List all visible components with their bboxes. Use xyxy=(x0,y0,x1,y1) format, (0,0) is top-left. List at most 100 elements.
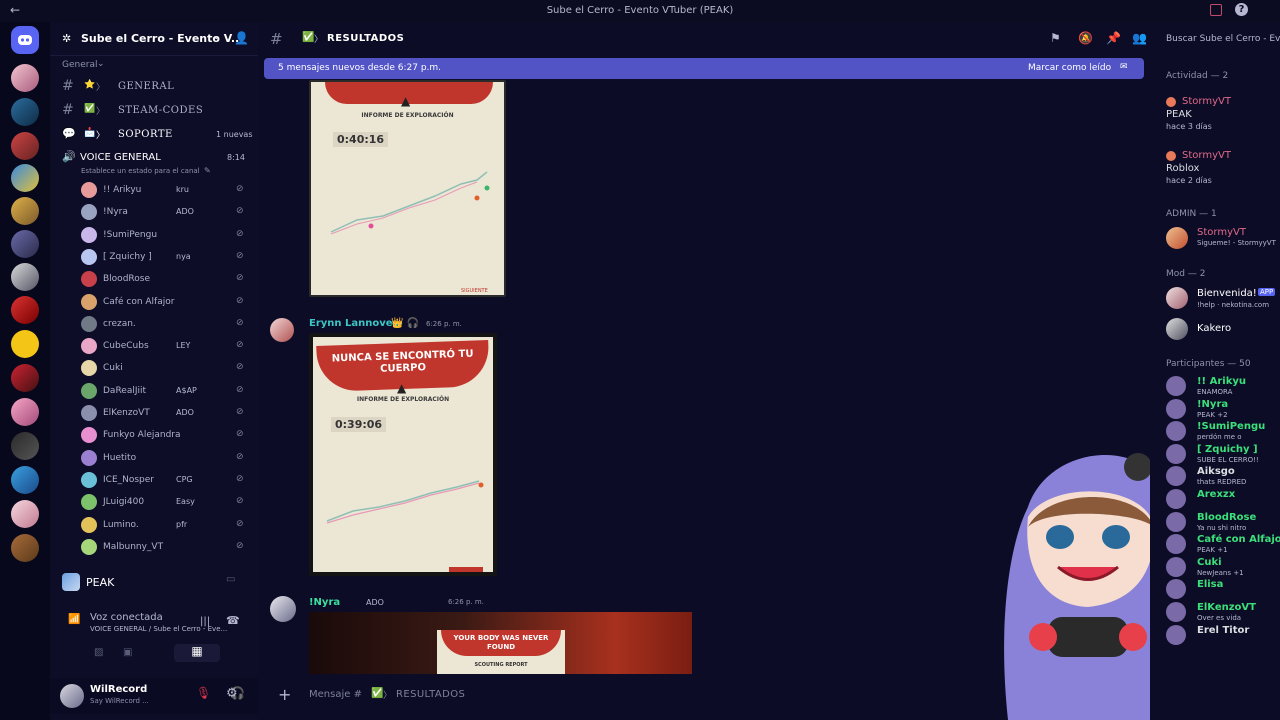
avatar[interactable] xyxy=(60,684,84,708)
server-icon[interactable] xyxy=(11,466,39,494)
mark-read-button[interactable]: Marcar como leído xyxy=(1028,63,1111,73)
member-item[interactable]: Cuki NewJeans +1 xyxy=(1150,556,1280,579)
member-item[interactable]: Elisa xyxy=(1150,579,1280,601)
signal-icon[interactable]: 📶 xyxy=(68,614,80,625)
member-item[interactable]: ElKenzoVT Over es vida xyxy=(1150,602,1280,624)
avatar xyxy=(1166,376,1186,396)
server-icon[interactable] xyxy=(11,330,39,358)
server-icon[interactable] xyxy=(11,432,39,460)
member-item[interactable]: !Nyra PEAK +2 xyxy=(1150,398,1280,421)
channel-general[interactable]: # ⭐ 〉 GENERAL xyxy=(50,78,258,96)
voice-user[interactable]: ElKenzoVT ADO ⊘ xyxy=(50,405,258,423)
channel-steam-codes[interactable]: # ✅ 〉 STEAM-CODES xyxy=(50,102,258,120)
member-item[interactable]: !! Arikyu ENAMORA xyxy=(1150,376,1280,398)
server-icon[interactable] xyxy=(11,263,39,291)
server-header[interactable]: ✲ Sube el Cerro - Evento V... ⌄ 👤 xyxy=(50,22,258,56)
voice-user[interactable]: Malbunny_VT ⊘ xyxy=(50,538,258,557)
add-attachment-icon[interactable]: + xyxy=(278,685,291,704)
add-member-icon[interactable]: 👤 xyxy=(234,31,249,45)
mic-muted-icon[interactable]: 🎙 xyxy=(196,686,211,700)
screen-share-icon[interactable]: ▣ xyxy=(123,647,132,658)
avatar xyxy=(1166,287,1188,309)
message-author[interactable]: Erynn Lannover xyxy=(309,318,397,329)
help-icon[interactable]: ? xyxy=(1235,3,1248,16)
voice-user[interactable]: Café con Alfajor ⊘ xyxy=(50,293,258,312)
server-icon[interactable] xyxy=(11,534,39,562)
disconnect-icon[interactable]: ☎ xyxy=(226,614,240,627)
avatar xyxy=(1166,624,1186,645)
voice-user[interactable]: DaRealJiit A$AP ⊘ xyxy=(50,382,258,401)
server-icon[interactable] xyxy=(11,500,39,528)
voice-status[interactable]: Establece un estado para el canal ✎ xyxy=(50,166,258,178)
activity-panel[interactable]: PEAK ▭ xyxy=(56,570,252,594)
member-name: !Nyra xyxy=(1197,398,1229,410)
member-item[interactable]: !SumiPengu perdón me o xyxy=(1150,421,1280,443)
pin-icon[interactable]: 📌 xyxy=(1106,31,1121,45)
attachment-image[interactable]: ▲ INFORME DE EXPLORACIÓN 0:40:16 SIGUIEN… xyxy=(309,80,506,297)
message-time: 6:26 p. m. xyxy=(426,320,462,328)
activity-item[interactable]: StormyVT Roblox hace 2 días xyxy=(1150,150,1280,194)
avatar[interactable] xyxy=(270,596,296,622)
voice-user[interactable]: CubeCubs LEY ⊘ xyxy=(50,338,258,356)
noise-suppression-icon[interactable]: ||| xyxy=(200,616,210,627)
member-item[interactable]: Bienvenida! APP !help · nekotina.com xyxy=(1150,287,1280,311)
avatar xyxy=(1166,579,1186,600)
attachment-image[interactable]: NUNCA SE ENCONTRÓ TU CUERPO ▲ INFORME DE… xyxy=(309,333,497,576)
member-item[interactable]: [ Zquichy ] SUBE EL CERRO!! xyxy=(1150,443,1280,466)
notifications-off-icon[interactable]: 🔕 xyxy=(1078,31,1093,45)
channel-sidebar: ✲ Sube el Cerro - Evento V... ⌄ 👤 Genera… xyxy=(50,22,258,720)
avatar xyxy=(81,405,97,421)
member-item[interactable]: Erel Titor xyxy=(1150,624,1280,647)
member-item[interactable]: Arexzx xyxy=(1150,489,1280,511)
voice-actions: ▨ ▣ ▦ xyxy=(50,644,258,664)
voice-user[interactable]: JLuigi400 Easy ⊘ xyxy=(50,494,258,512)
voice-channel[interactable]: 🔊 VOICE GENERAL 8:14 xyxy=(50,150,258,166)
overlay-icon[interactable]: ▭ xyxy=(226,574,235,585)
activities-button[interactable]: ▦ xyxy=(174,644,220,662)
forum-icon: 💬 xyxy=(62,127,76,140)
avatar[interactable] xyxy=(270,318,294,342)
members-icon[interactable]: 👥 xyxy=(1132,31,1147,45)
voice-user[interactable]: crezan. ⊘ xyxy=(50,315,258,334)
voice-user[interactable]: BloodRose ⊘ xyxy=(50,271,258,289)
voice-user[interactable]: Cuki ⊘ xyxy=(50,360,258,378)
avatar xyxy=(81,538,97,555)
altitude-graph xyxy=(326,480,484,524)
voice-user[interactable]: Funkyo Alejandra ⊘ xyxy=(50,427,258,445)
threads-icon[interactable]: ⚑ xyxy=(1050,31,1061,45)
activity-item[interactable]: StormyVT PEAK hace 3 días xyxy=(1150,96,1280,140)
server-icon[interactable] xyxy=(11,98,39,126)
server-icon[interactable] xyxy=(11,197,39,225)
member-item[interactable]: BloodRose Ya nu shi nitro xyxy=(1150,511,1280,534)
settings-gear-icon[interactable]: ⚙ xyxy=(226,686,238,701)
search-input[interactable]: Buscar Sube el Cerro - Eve xyxy=(1166,34,1280,44)
voice-user[interactable]: Huetito ⊘ xyxy=(50,449,258,468)
discord-home-icon[interactable] xyxy=(11,26,39,54)
member-item[interactable]: StormyVT Sigueme! - StormyyVT xyxy=(1150,227,1280,251)
voice-user[interactable]: Lumino. pfr ⊘ xyxy=(50,516,258,535)
server-icon[interactable] xyxy=(11,296,39,324)
voice-user[interactable]: !SumiPengu ⊘ xyxy=(50,226,258,245)
camera-off-icon[interactable]: ▨ xyxy=(94,647,103,658)
member-item[interactable]: Café con Alfajor PEAK +1 xyxy=(1150,534,1280,556)
voice-user[interactable]: !Nyra ADO ⊘ xyxy=(50,204,258,222)
server-icon[interactable] xyxy=(11,64,39,92)
new-messages-banner[interactable]: 5 mensajes nuevos desde 6:27 p.m. Marcar… xyxy=(264,58,1144,79)
server-icon[interactable] xyxy=(11,132,39,160)
mic-muted-icon: ⊘ xyxy=(236,184,244,194)
voice-user[interactable]: ICE_Nosper CPG ⊘ xyxy=(50,471,258,490)
attachment-image[interactable]: YOUR BODY WAS NEVER FOUND SCOUTING REPOR… xyxy=(309,612,692,674)
voice-user[interactable]: [ Zquichy ] nya ⊘ xyxy=(50,248,258,267)
category-header[interactable]: General ⌄ xyxy=(50,59,258,74)
server-icon[interactable] xyxy=(11,398,39,426)
voice-connected-channel[interactable]: VOICE GENERAL / Sube el Cerro - Eve... xyxy=(90,625,238,633)
member-item[interactable]: Aiksgo thats REDRED xyxy=(1150,466,1280,488)
voice-user[interactable]: !! Arikyu kru ⊘ xyxy=(50,182,258,200)
server-icon[interactable] xyxy=(11,164,39,192)
message-author[interactable]: !Nyra xyxy=(309,597,340,608)
channel-soporte[interactable]: 💬 📩 〉 SOPORTE 1 nuevas xyxy=(50,126,258,144)
server-icon[interactable] xyxy=(11,230,39,258)
member-item[interactable]: Kakero xyxy=(1150,318,1280,342)
inbox-icon[interactable] xyxy=(1210,4,1222,16)
server-icon[interactable] xyxy=(11,364,39,392)
